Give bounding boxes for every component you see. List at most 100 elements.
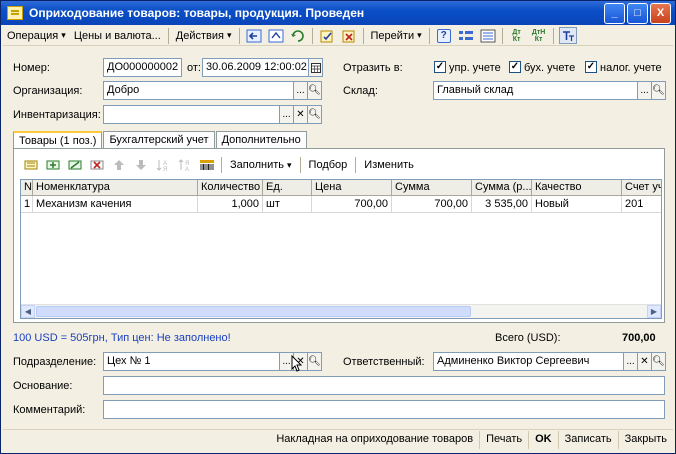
edit-row-icon[interactable] (64, 155, 86, 175)
toolbar-separator (167, 27, 169, 44)
toolbar-separator (552, 27, 554, 44)
exchange-rate-info[interactable]: 100 USD = 505грн, Тип цен: Не заполнено! (13, 332, 231, 344)
previous-arrow-icon[interactable] (245, 27, 263, 44)
scroll-left-icon[interactable]: ◀ (21, 305, 35, 318)
accounting-checkbox-label: бух. учете (524, 62, 576, 74)
change-button[interactable]: Изменить (359, 159, 419, 171)
basis-field[interactable] (103, 376, 665, 395)
help-icon[interactable]: ? (435, 27, 453, 44)
division-field[interactable]: Цех № 1 (103, 352, 280, 371)
comment-field[interactable] (103, 400, 665, 419)
tab-additional[interactable]: Дополнительно (215, 131, 307, 149)
minimize-button[interactable]: _ (604, 2, 625, 24)
cell-quality[interactable]: Новый (532, 196, 622, 213)
column-header-sum[interactable]: Сумма (392, 180, 472, 196)
goods-table[interactable]: N Номенклатура Количество Ед. Цена Сумма… (20, 179, 662, 319)
date-label: от: (187, 62, 201, 74)
inventory-open-icon[interactable]: 🔍︎ (307, 105, 322, 124)
inventory-select-button[interactable]: ... (279, 105, 294, 124)
operation-menu[interactable]: Операция (3, 27, 70, 45)
refresh-icon[interactable] (289, 27, 307, 44)
inventory-clear-icon[interactable]: ✕ (293, 105, 308, 124)
scrollbar-thumb[interactable] (36, 306, 471, 317)
column-header-quality[interactable]: Качество (532, 180, 622, 196)
delete-row-icon[interactable] (86, 155, 108, 175)
organization-open-icon[interactable]: 🔍︎ (307, 81, 322, 100)
division-open-icon[interactable]: 🔍︎ (307, 352, 322, 371)
cell-sum[interactable]: 700,00 (392, 196, 472, 213)
number-field[interactable]: ДО000000002 (103, 58, 182, 77)
dt-kt-tax-icon[interactable]: ДтН Кт (530, 27, 548, 44)
warehouse-open-icon[interactable]: 🔍︎ (651, 81, 666, 100)
selection-button[interactable]: Подбор (304, 159, 353, 171)
tax-checkbox[interactable]: ✓ (585, 61, 597, 73)
copy-row-icon[interactable] (42, 155, 64, 175)
column-header-quantity[interactable]: Количество (198, 180, 263, 196)
goto-menu[interactable]: Перейти (367, 27, 426, 45)
mgmt-checkbox[interactable]: ✓ (434, 61, 446, 73)
move-down-icon[interactable] (130, 155, 152, 175)
warehouse-label: Склад: (343, 85, 378, 97)
horizontal-scrollbar[interactable]: ◀ ▶ (21, 304, 661, 318)
document-window: Оприходование товаров: товары, продукция… (0, 0, 676, 454)
column-header-price[interactable]: Цена (312, 180, 392, 196)
sort-asc-icon[interactable]: AЯ (152, 155, 174, 175)
accounting-checkbox[interactable]: ✓ (509, 61, 521, 73)
cell-nomenclature[interactable]: Механизм качения (33, 196, 198, 213)
fill-by-icon[interactable] (267, 27, 285, 44)
responsible-open-icon[interactable]: 🔍︎ (651, 352, 666, 371)
cell-sum-rub[interactable]: 3 535,00 (472, 196, 532, 213)
prices-currency-button[interactable]: Цены и валюта... (70, 27, 165, 45)
post-document-icon[interactable] (318, 27, 336, 44)
invoice-print-button[interactable]: Накладная на оприходование товаров (270, 430, 481, 449)
inventory-field[interactable] (103, 105, 280, 124)
unpost-document-icon[interactable] (340, 27, 358, 44)
dt-kt-icon[interactable]: Дт Кт (508, 27, 526, 44)
scroll-right-icon[interactable]: ▶ (647, 305, 661, 318)
maximize-button[interactable]: □ (627, 2, 648, 24)
toolbar-separator (238, 27, 240, 44)
responsible-field[interactable]: Админенко Виктор Сергеевич (433, 352, 624, 371)
toolbar-separator (311, 27, 313, 44)
total-label: Всего (USD): (495, 332, 561, 344)
cell-n: 1 (21, 196, 33, 213)
grid-toolbar: AЯ ЯA Заполнить Подбор Изменить (20, 154, 419, 176)
print-button[interactable]: Печать (480, 430, 530, 449)
actions-menu[interactable]: Действия (172, 27, 236, 45)
column-header-unit[interactable]: Ед. (263, 180, 312, 196)
cell-price[interactable]: 700,00 (312, 196, 392, 213)
structure-icon[interactable] (457, 27, 475, 44)
organization-field[interactable]: Добро (103, 81, 294, 100)
organization-select-button[interactable]: ... (293, 81, 308, 100)
table-row[interactable]: 1 Механизм качения 1,000 шт 700,00 700,0… (21, 196, 661, 213)
responsible-select-button[interactable]: ... (623, 352, 638, 371)
basis-label: Основание: (13, 380, 73, 392)
tab-accounting[interactable]: Бухгалтерский учет (103, 131, 215, 149)
save-button[interactable]: Записать (559, 430, 619, 449)
column-header-account[interactable]: Счет уч (622, 180, 661, 196)
list-settings-icon[interactable] (479, 27, 497, 44)
column-header-sum-rub[interactable]: Сумма (р... (472, 180, 532, 196)
cell-unit[interactable]: шт (263, 196, 312, 213)
column-header-n[interactable]: N (21, 180, 33, 196)
ok-button[interactable]: OK (529, 430, 559, 449)
cell-account[interactable]: 201 (622, 196, 661, 213)
close-window-button[interactable]: X (650, 2, 671, 24)
date-field[interactable]: 30.06.2009 12:00:02 (202, 58, 309, 77)
warehouse-field[interactable]: Главный склад (433, 81, 638, 100)
tab-strip: Товары (1 поз.) Бухгалтерский учет Допол… (13, 131, 308, 150)
text-format-icon[interactable] (558, 27, 577, 44)
inventory-label: Инвентаризация: (13, 109, 101, 121)
fill-menu[interactable]: Заполнить (225, 159, 297, 171)
comment-label: Комментарий: (13, 404, 86, 416)
sort-desc-icon[interactable]: ЯA (174, 155, 196, 175)
move-up-icon[interactable] (108, 155, 130, 175)
cell-quantity[interactable]: 1,000 (198, 196, 263, 213)
calendar-icon[interactable] (308, 58, 323, 77)
add-row-icon[interactable] (20, 155, 42, 175)
barcode-icon[interactable] (196, 155, 218, 175)
close-button[interactable]: Закрыть (619, 431, 673, 449)
responsible-clear-icon[interactable]: ✕ (637, 352, 652, 371)
column-header-nomenclature[interactable]: Номенклатура (33, 180, 198, 196)
warehouse-select-button[interactable]: ... (637, 81, 652, 100)
